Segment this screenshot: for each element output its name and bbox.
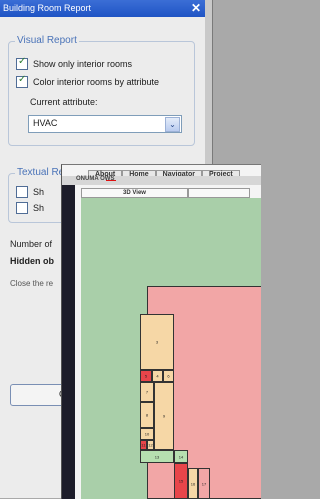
close-hint-text: Close the re [10,279,54,288]
room-3-label: 3 [155,339,159,345]
tab-3d-view[interactable]: 3D View [81,188,188,198]
room-15-label: 15 [178,478,184,484]
room-9-label: 9 [162,413,166,419]
room-4[interactable]: 4 [152,370,163,382]
dialog-title-bar[interactable]: Building Room Report ✕ [0,0,205,17]
room-7[interactable]: 7 [140,382,154,402]
attribute-select-value: HVAC [33,118,58,128]
room-16-label: 16 [190,481,196,486]
attribute-select[interactable]: HVAC ⌄ [28,115,182,133]
visual-report-legend: Visual Report [15,35,79,46]
room-6-label: 6 [167,373,170,379]
textual-option-2-checkbox[interactable] [16,202,28,214]
show-interior-rooms-checkbox[interactable] [16,56,28,70]
show-interior-rooms-label: Show only interior rooms [33,59,133,69]
brand-bar: ONUMA OWS [62,176,261,185]
dialog-title: Building Room Report [3,3,92,13]
room-5-label: 5 [144,373,148,379]
room-15[interactable]: 15 [174,463,188,499]
room-17[interactable]: 17 [198,468,210,499]
room-12-label: 12 [148,442,153,448]
room-6[interactable]: 6 [163,370,174,382]
browser-window: About Home Navigator Project ONUMA OWS 3… [61,164,261,499]
color-by-attribute-checkbox[interactable] [16,74,28,88]
room-10[interactable]: 10 [140,428,154,440]
room-17-label: 17 [201,481,207,486]
room-3[interactable]: 3 [140,314,174,370]
room-8[interactable]: 8 [140,402,154,428]
room-4-label: 4 [156,373,159,379]
room-12[interactable]: 12 [147,440,154,450]
room-11[interactable]: 11 [140,440,147,450]
left-toolbar [62,185,75,499]
room-5[interactable]: 5 [140,370,152,382]
brand-logo: ONUMA OWS [76,176,115,182]
close-icon[interactable]: ✕ [191,1,201,15]
color-by-attribute-option[interactable]: Color interior rooms by attribute [16,74,160,89]
room-10-label: 10 [144,431,150,437]
tab-empty[interactable] [188,188,250,198]
view-tabs: 3D View [81,188,250,198]
room-14-label: 14 [178,454,184,459]
floor-plan-canvas[interactable]: 3 5 4 6 7 8 9 10 11 12 13 14 15 16 17 [81,198,261,499]
hidden-objects-label: Hidden ob [10,256,54,266]
textual-option-2-label: Sh [33,203,45,213]
show-interior-rooms-option[interactable]: Show only interior rooms [16,56,133,71]
number-of-label: Number of [10,239,53,249]
textual-option-1-checkbox[interactable] [16,186,28,198]
room-16[interactable]: 16 [188,468,198,499]
chevron-down-icon[interactable]: ⌄ [165,117,180,132]
room-13-label: 13 [154,454,160,459]
color-by-attribute-label: Color interior rooms by attribute [33,77,160,87]
room-7-label: 7 [145,389,149,395]
room-8-label: 8 [145,412,149,418]
room-14[interactable]: 14 [174,450,188,463]
textual-option-1-label: Sh [33,187,45,197]
room-13[interactable]: 13 [140,450,174,463]
textual-option-2[interactable]: Sh [16,201,44,215]
brand-accent [106,180,116,181]
room-11-label: 11 [141,442,146,448]
textual-option-1[interactable]: Sh [16,185,44,199]
room-9[interactable]: 9 [154,382,174,450]
current-attribute-label: Current attribute: [30,97,98,107]
